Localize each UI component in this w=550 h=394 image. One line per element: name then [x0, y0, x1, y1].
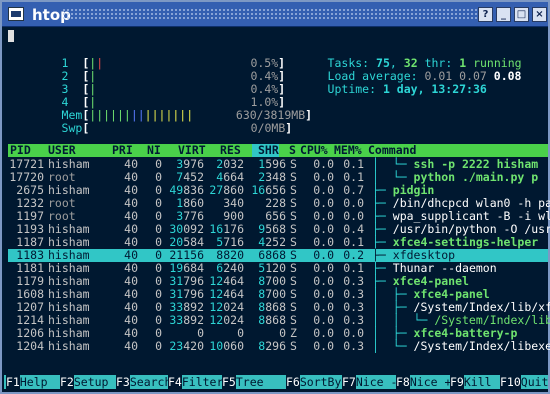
cpu-meter-1: 1 [|| 0.5%] [61, 56, 286, 70]
cell-cpu: 0.0 [313, 339, 334, 353]
process-table-header[interactable]: PID USER PRI NI VIRT RES SHR S CPU% MEM%… [8, 144, 548, 157]
cell-state: S [290, 339, 297, 353]
col-shr[interactable]: SHR [252, 144, 279, 157]
cell-command: │ └─ /System/Index/libexec [372, 339, 550, 353]
swap-meter: Swp[0/0MB] [61, 121, 293, 135]
load-average: Load average: 0.01 0.07 0.08 [327, 69, 522, 83]
function-key-f6[interactable]: F6SortBy [286, 375, 341, 389]
process-row[interactable]: 1204 hisham 40 0 23420 10060 8296 S 0.0 0.3 │ └─ /… [8, 339, 550, 353]
col-pri[interactable]: PRI [112, 144, 133, 157]
function-key-f2[interactable]: F2Setup [60, 375, 108, 389]
window-menu-icon[interactable] [8, 7, 24, 21]
cpu-meter-2: 2 [| 0.4%] [61, 69, 286, 83]
function-key-code: F8 [396, 375, 410, 389]
function-key-code: F5 [222, 375, 236, 389]
text-cursor [8, 30, 14, 42]
col-command[interactable]: Command [368, 144, 416, 157]
uptime: Uptime: 1 day, 13:27:36 [327, 82, 487, 96]
function-key-f9[interactable]: F9Kill [450, 375, 492, 389]
shade-button[interactable]: ? [478, 7, 493, 22]
titlebar[interactable]: htop ? _ □ × [2, 2, 548, 27]
cell-pri: 40 [124, 339, 138, 353]
cell-shr: 8296 [258, 339, 286, 353]
function-key-code: F9 [450, 375, 464, 389]
col-res[interactable]: RES [220, 144, 241, 157]
cell-user: hisham [48, 339, 90, 353]
col-cpu[interactable]: CPU% [300, 144, 328, 157]
memory-meter: Mem[||||||||||||||| 630/3819MB] [61, 108, 313, 122]
col-user[interactable]: USER [48, 144, 76, 157]
function-key-label: Kill [463, 375, 492, 389]
col-pid[interactable]: PID [10, 144, 31, 157]
col-state[interactable]: S [289, 144, 296, 157]
titlebar-grip [62, 8, 478, 20]
function-key-label: Filter [181, 375, 224, 389]
function-key-label: Quit [520, 375, 549, 389]
tasks-summary: Tasks: 75, 32 thr: 1 running [327, 56, 522, 70]
function-key-code: F10 [500, 375, 521, 389]
cpu-meter-3: 3 [| 0.4%] [61, 82, 286, 96]
terminal[interactable]: 1 [|| 0.5%] 2 [| 0.4%] 3 [| 0.4%] 4 [| 1.0%]… [4, 28, 550, 392]
cell-ni: 0 [155, 339, 162, 353]
function-key-code: F1 [6, 375, 20, 389]
function-key-code: F4 [168, 375, 182, 389]
function-key-code: F3 [116, 375, 130, 389]
function-key-f8[interactable]: F8Nice + [396, 375, 451, 389]
function-key-f3[interactable]: F3Search [116, 375, 171, 389]
function-key-f4[interactable]: F4Filter [168, 375, 223, 389]
function-key-code: F7 [342, 375, 356, 389]
function-key-code: F6 [286, 375, 300, 389]
cpu-meter-4: 4 [| 1.0%] [61, 95, 286, 109]
function-key-f5[interactable]: F5Tree [222, 375, 264, 389]
cell-virt: 23420 [169, 339, 204, 353]
maximize-button[interactable]: □ [514, 7, 529, 22]
close-button[interactable]: × [532, 7, 547, 22]
function-key-f10[interactable]: F10Quit [500, 375, 548, 389]
htop-window: htop ? _ □ × 1 [|| 0.5%] 2 [| 0.4%] 3 [| 0.… [0, 0, 550, 394]
function-key-label: Nice + [409, 375, 452, 389]
function-key-label: Tree [235, 375, 264, 389]
minimize-button[interactable]: _ [496, 7, 511, 22]
function-key-label: Help [19, 375, 48, 389]
cell-mem: 0.3 [343, 339, 364, 353]
col-virt[interactable]: VIRT [178, 144, 206, 157]
function-key-label: Search [129, 375, 172, 389]
function-key-label: Setup [73, 375, 109, 389]
col-mem[interactable]: MEM% [334, 144, 362, 157]
function-key-bar: F1Help F2Setup F3Search F4Filter F5Tree F6Sor… [4, 375, 548, 389]
function-key-f7[interactable]: F7Nice - [342, 375, 397, 389]
cell-res: 10060 [209, 339, 244, 353]
col-ni[interactable]: NI [147, 144, 161, 157]
function-key-label: SortBy [299, 375, 342, 389]
cell-pid: 1204 [16, 339, 44, 353]
function-key-f1[interactable]: F1Help [6, 375, 48, 389]
function-key-label: Nice - [355, 375, 398, 389]
function-key-code: F2 [60, 375, 74, 389]
